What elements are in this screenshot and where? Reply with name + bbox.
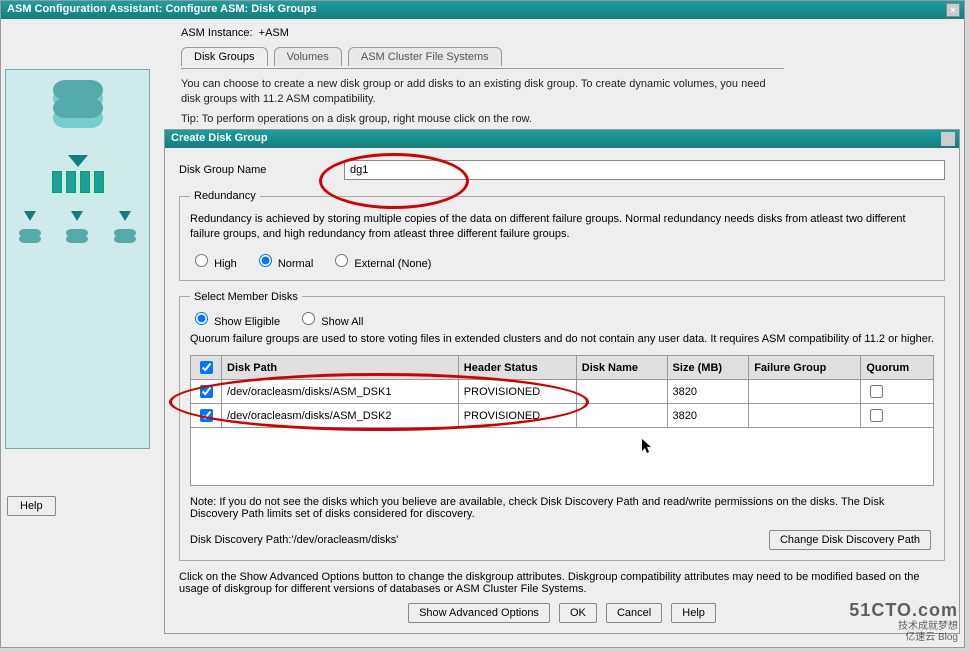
select-member-disks-fieldset: Select Member Disks Show Eligible Show A… xyxy=(179,291,945,561)
radio-normal[interactable]: Normal xyxy=(254,258,314,270)
quorum-desc: Quorum failure groups are used to store … xyxy=(190,332,934,347)
cell-header-status: PROVISIONED xyxy=(458,380,576,404)
col-select-all[interactable] xyxy=(191,356,222,380)
create-disk-group-dialog: Create Disk Group Disk Group Name Redund… xyxy=(164,129,960,634)
cell-disk-path: /dev/oracleasm/disks/ASM_DSK1 xyxy=(222,380,459,404)
tab-asm-cfs[interactable]: ASM Cluster File Systems xyxy=(348,47,502,66)
show-advanced-options-button[interactable]: Show Advanced Options xyxy=(408,603,550,623)
discovery-path-label: Disk Discovery Path:'/dev/oracleasm/disk… xyxy=(190,534,398,546)
cell-disk-name xyxy=(576,380,667,404)
cell-disk-path: /dev/oracleasm/disks/ASM_DSK2 xyxy=(222,404,459,428)
row-checkbox[interactable] xyxy=(200,409,213,422)
cell-failure-group xyxy=(749,404,861,428)
quorum-checkbox[interactable] xyxy=(870,409,883,422)
wizard-graphic-panel xyxy=(5,69,150,449)
redundancy-desc: Redundancy is achieved by storing multip… xyxy=(190,212,934,243)
cell-failure-group xyxy=(749,380,861,404)
col-disk-name[interactable]: Disk Name xyxy=(576,356,667,380)
cell-size: 3820 xyxy=(667,380,749,404)
cancel-button[interactable]: Cancel xyxy=(606,603,662,623)
help-button[interactable]: Help xyxy=(7,496,56,516)
cell-size: 3820 xyxy=(667,404,749,428)
asm-instance-label: ASM Instance: xyxy=(181,27,253,39)
col-quorum[interactable]: Quorum xyxy=(861,356,934,380)
change-discovery-path-button[interactable]: Change Disk Discovery Path xyxy=(769,530,931,550)
close-icon[interactable]: × xyxy=(946,3,960,17)
tab-disk-groups[interactable]: Disk Groups xyxy=(181,47,268,66)
window-title: ASM Configuration Assistant: Configure A… xyxy=(7,3,317,15)
discovery-note: Note: If you do not see the disks which … xyxy=(190,496,934,520)
tabs-bar: Disk Groups Volumes ASM Cluster File Sys… xyxy=(181,47,784,69)
redundancy-fieldset: Redundancy Redundancy is achieved by sto… xyxy=(179,190,945,281)
tab-volumes[interactable]: Volumes xyxy=(274,47,342,66)
quorum-checkbox[interactable] xyxy=(870,385,883,398)
disk-group-name-label: Disk Group Name xyxy=(179,164,344,176)
radio-external[interactable]: External (None) xyxy=(330,258,431,270)
table-header-row: Disk Path Header Status Disk Name Size (… xyxy=(191,356,934,380)
disk-group-name-input[interactable] xyxy=(344,160,945,180)
watermark: 51CTO.com 技术成就梦想 亿速云 Blog xyxy=(849,601,958,643)
col-size[interactable]: Size (MB) xyxy=(667,356,749,380)
dialog-title: Create Disk Group xyxy=(171,132,268,144)
cell-header-status: PROVISIONED xyxy=(458,404,576,428)
mouse-cursor-icon xyxy=(642,439,654,455)
col-disk-path[interactable]: Disk Path xyxy=(222,356,459,380)
table-empty-area xyxy=(190,428,934,486)
intro-text-1: You can choose to create a new disk grou… xyxy=(181,77,784,108)
footer-note: Click on the Show Advanced Options butto… xyxy=(179,571,945,595)
radio-show-all[interactable]: Show All xyxy=(297,316,363,328)
col-failure-group[interactable]: Failure Group xyxy=(749,356,861,380)
asm-instance-value: +ASM xyxy=(259,27,289,39)
intro-text-2: Tip: To perform operations on a disk gro… xyxy=(181,112,784,127)
row-checkbox[interactable] xyxy=(200,385,213,398)
dialog-close-icon[interactable] xyxy=(941,132,955,146)
radio-high[interactable]: High xyxy=(190,258,237,270)
table-row[interactable]: /dev/oracleasm/disks/ASM_DSK2 PROVISIONE… xyxy=(191,404,934,428)
radio-show-eligible[interactable]: Show Eligible xyxy=(190,316,280,328)
dialog-help-button[interactable]: Help xyxy=(671,603,716,623)
disks-table: Disk Path Header Status Disk Name Size (… xyxy=(190,355,934,428)
window-titlebar: ASM Configuration Assistant: Configure A… xyxy=(1,1,964,19)
member-disks-legend: Select Member Disks xyxy=(190,291,302,303)
col-header-status[interactable]: Header Status xyxy=(458,356,576,380)
redundancy-legend: Redundancy xyxy=(190,190,260,202)
cell-disk-name xyxy=(576,404,667,428)
ok-button[interactable]: OK xyxy=(559,603,597,623)
table-row[interactable]: /dev/oracleasm/disks/ASM_DSK1 PROVISIONE… xyxy=(191,380,934,404)
